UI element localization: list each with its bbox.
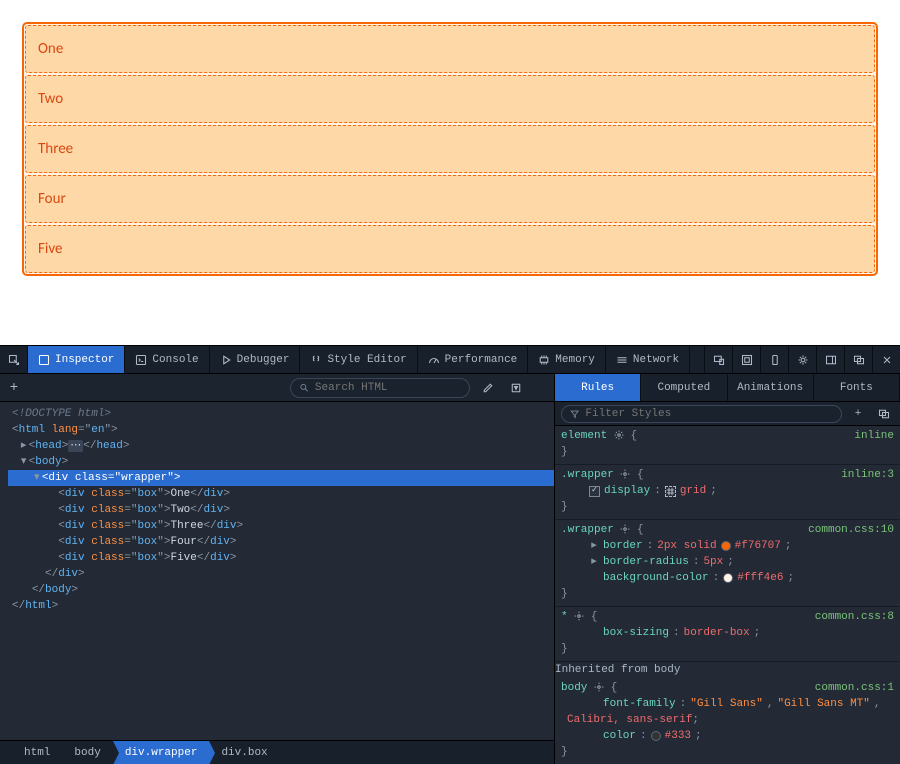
subtab-fonts[interactable]: Fonts (814, 374, 900, 401)
add-node-button[interactable]: + (6, 380, 22, 396)
inherited-separator: Inherited from body (555, 662, 900, 678)
iframe-picker-icon[interactable] (732, 346, 760, 373)
filter-icon (570, 409, 579, 419)
rule-source[interactable]: common.css:8 (815, 609, 894, 625)
toggle-classes-icon[interactable] (874, 408, 894, 420)
filter-row: + (555, 402, 900, 426)
html-search-field[interactable] (315, 382, 461, 394)
dock-window-icon[interactable] (844, 346, 872, 373)
rule-source[interactable]: common.css:10 (808, 522, 894, 538)
gear-icon (620, 469, 630, 479)
color-swatch[interactable] (721, 541, 731, 551)
edit-html-icon[interactable] (478, 382, 498, 394)
filter-styles-field[interactable] (585, 408, 833, 420)
subtab-computed[interactable]: Computed (641, 374, 727, 401)
rendered-page: One Two Three Four Five (0, 0, 900, 345)
tree-box[interactable]: <div class="box">One</div> (8, 486, 554, 502)
rule-body[interactable]: common.css:1 body { font-family: "Gill S… (555, 678, 900, 764)
rules-tabs: Rules Computed Animations Fonts (555, 374, 900, 402)
tab-style-editor[interactable]: Style Editor (300, 346, 417, 373)
gear-icon (620, 524, 630, 534)
tab-label: Debugger (237, 354, 290, 366)
tree-wrapper-close[interactable]: </div> (8, 566, 554, 582)
tree-box[interactable]: <div class="box">Two</div> (8, 502, 554, 518)
tree-doctype[interactable]: <!DOCTYPE html> (8, 406, 554, 422)
device-icon[interactable] (760, 346, 788, 373)
tab-label: Performance (445, 354, 518, 366)
rule-source[interactable]: inline (854, 428, 894, 444)
tab-performance[interactable]: Performance (418, 346, 529, 373)
devtools-panel: Inspector Console Debugger Style Editor … (0, 345, 900, 764)
gear-icon (594, 682, 604, 692)
rule-source[interactable]: common.css:1 (815, 680, 894, 696)
responsive-mode-icon[interactable] (704, 346, 732, 373)
grid-wrapper: One Two Three Four Five (22, 22, 878, 276)
color-swatch[interactable] (651, 731, 661, 741)
rule-wrapper-css[interactable]: common.css:10 .wrapper { ▸border: 2px so… (555, 520, 900, 607)
tab-console[interactable]: Console (125, 346, 209, 373)
tree-html-open[interactable]: <html lang="en"> (8, 422, 554, 438)
grid-box: Four (25, 175, 875, 223)
rule-star[interactable]: common.css:8 * { box-sizing: border-box;… (555, 607, 900, 662)
settings-icon[interactable] (788, 346, 816, 373)
subtab-animations[interactable]: Animations (728, 374, 814, 401)
breadcrumb: html body div.wrapper div.box (0, 740, 554, 764)
tree-html-close[interactable]: </html> (8, 598, 554, 614)
grid-box: Three (25, 125, 875, 173)
gear-icon (574, 611, 584, 621)
grid-icon[interactable] (665, 486, 676, 497)
node-picker-icon[interactable] (0, 346, 28, 373)
dock-side-icon[interactable] (816, 346, 844, 373)
rule-wrapper-inline[interactable]: inline:3 .wrapper { ✓ display: grid; } (555, 465, 900, 520)
rules-list: inline element { } inline:3 .wrapper { ✓… (555, 426, 900, 764)
gear-icon (614, 430, 624, 440)
devtools-toolbar: Inspector Console Debugger Style Editor … (0, 346, 900, 374)
rule-source[interactable]: inline:3 (841, 467, 894, 483)
tab-inspector[interactable]: Inspector (28, 346, 125, 373)
markup-tree[interactable]: <!DOCTYPE html> <html lang="en"> ▸<head>… (0, 402, 554, 740)
tree-head[interactable]: ▸<head>⋯</head> (8, 438, 554, 454)
tab-label: Console (152, 354, 198, 366)
html-search-input[interactable] (290, 378, 470, 398)
grid-box: One (25, 25, 875, 73)
add-rule-icon[interactable]: + (848, 408, 868, 420)
tree-body-close[interactable]: </body> (8, 582, 554, 598)
markup-search-row: + (0, 374, 554, 402)
grid-box: Two (25, 75, 875, 123)
tree-box[interactable]: <div class="box">Five</div> (8, 550, 554, 566)
tab-label: Style Editor (327, 354, 406, 366)
color-swatch[interactable] (723, 573, 733, 583)
eyedropper-icon[interactable] (506, 382, 526, 394)
tree-box[interactable]: <div class="box">Four</div> (8, 534, 554, 550)
tab-debugger[interactable]: Debugger (210, 346, 301, 373)
tree-wrapper-open[interactable]: ▾<div class="wrapper"> (8, 470, 554, 486)
tab-label: Inspector (55, 354, 114, 366)
filter-styles-input[interactable] (561, 405, 842, 423)
tab-label: Memory (555, 354, 595, 366)
toggle-declaration-checkbox[interactable]: ✓ (589, 486, 600, 497)
tab-label: Network (633, 354, 679, 366)
tab-memory[interactable]: Memory (528, 346, 606, 373)
tree-body-open[interactable]: ▾<body> (8, 454, 554, 470)
tree-box[interactable]: <div class="box">Three</div> (8, 518, 554, 534)
close-icon[interactable] (872, 346, 900, 373)
search-icon (299, 382, 309, 393)
tab-network[interactable]: Network (606, 346, 690, 373)
grid-box: Five (25, 225, 875, 273)
rule-element[interactable]: inline element { } (555, 426, 900, 465)
subtab-rules[interactable]: Rules (555, 374, 641, 401)
